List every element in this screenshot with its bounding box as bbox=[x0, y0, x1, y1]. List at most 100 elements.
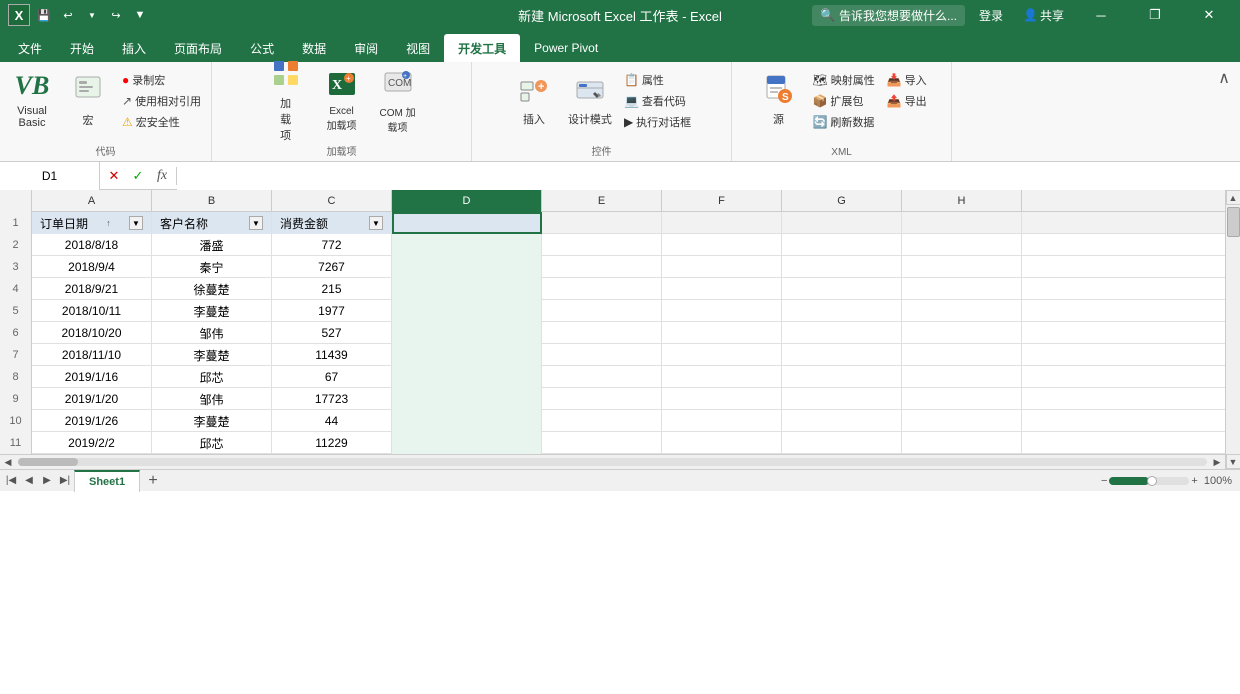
scroll-down-btn[interactable]: ▼ bbox=[1226, 454, 1240, 469]
cell-H3[interactable] bbox=[902, 256, 1022, 278]
cell-C11[interactable]: 11229 bbox=[272, 432, 392, 454]
cell-G8[interactable] bbox=[782, 366, 902, 388]
col-header-A[interactable]: A bbox=[32, 190, 152, 212]
cell-C2[interactable]: 772 bbox=[272, 234, 392, 256]
row-num-9[interactable]: 9 bbox=[0, 388, 32, 410]
cell-B7[interactable]: 李蔓楚 bbox=[152, 344, 272, 366]
cell-C1[interactable]: 消费金额 ▼ bbox=[272, 212, 392, 234]
filter-icon[interactable]: ▼ bbox=[130, 5, 150, 25]
cell-D4[interactable] bbox=[392, 278, 542, 300]
cell-D1[interactable] bbox=[392, 212, 542, 234]
visual-basic-button[interactable]: VB Visual Basic bbox=[6, 66, 58, 134]
com-addins-button[interactable]: COM + COM 加载项 bbox=[372, 66, 424, 134]
properties-button[interactable]: 📋 属性 bbox=[620, 70, 695, 90]
cell-E7[interactable] bbox=[542, 344, 662, 366]
scroll-track-h[interactable] bbox=[18, 458, 1207, 466]
scroll-up-btn[interactable]: ▲ bbox=[1226, 190, 1240, 205]
import-button[interactable]: 📥 导入 bbox=[883, 70, 931, 90]
cell-G6[interactable] bbox=[782, 322, 902, 344]
cell-G11[interactable] bbox=[782, 432, 902, 454]
cell-D3[interactable] bbox=[392, 256, 542, 278]
cell-E9[interactable] bbox=[542, 388, 662, 410]
row-num-10[interactable]: 10 bbox=[0, 410, 32, 432]
excel-addins-button[interactable]: X + Excel加载项 bbox=[316, 66, 368, 134]
scroll-thumb-h[interactable] bbox=[18, 458, 78, 466]
scroll-right-btn[interactable]: ▶ bbox=[1211, 456, 1223, 468]
tell-me-box[interactable]: 🔍 告诉我您想要做什么... bbox=[812, 5, 965, 26]
cell-E11[interactable] bbox=[542, 432, 662, 454]
zoom-handle[interactable] bbox=[1147, 476, 1157, 486]
row-num-4[interactable]: 4 bbox=[0, 278, 32, 300]
addins-button[interactable]: 加载项 bbox=[260, 66, 312, 134]
cell-C9[interactable]: 17723 bbox=[272, 388, 392, 410]
cell-D8[interactable] bbox=[392, 366, 542, 388]
refresh-data-button[interactable]: 🔄 刷新数据 bbox=[808, 112, 878, 132]
vertical-scrollbar[interactable]: ▲ ▼ bbox=[1225, 190, 1240, 469]
cell-H5[interactable] bbox=[902, 300, 1022, 322]
cell-F1[interactable] bbox=[662, 212, 782, 234]
col-header-E[interactable]: E bbox=[542, 190, 662, 212]
cell-H9[interactable] bbox=[902, 388, 1022, 410]
col-header-C[interactable]: C bbox=[272, 190, 392, 212]
cell-E3[interactable] bbox=[542, 256, 662, 278]
cell-D6[interactable] bbox=[392, 322, 542, 344]
add-sheet-button[interactable]: + bbox=[142, 470, 164, 492]
cell-H11[interactable] bbox=[902, 432, 1022, 454]
restore-button[interactable]: ❐ bbox=[1132, 0, 1178, 30]
formula-fx-icon[interactable]: fx bbox=[152, 168, 172, 184]
cell-H7[interactable] bbox=[902, 344, 1022, 366]
horizontal-scrollbar[interactable]: ◀ ▶ bbox=[0, 454, 1225, 469]
cell-G9[interactable] bbox=[782, 388, 902, 410]
formula-input[interactable] bbox=[177, 162, 1240, 190]
cell-B3[interactable]: 秦宁 bbox=[152, 256, 272, 278]
cell-F3[interactable] bbox=[662, 256, 782, 278]
scroll-track-v[interactable] bbox=[1227, 205, 1240, 454]
view-code-button[interactable]: 💻 查看代码 bbox=[620, 91, 695, 111]
sheet-tab-1[interactable]: Sheet1 bbox=[74, 470, 140, 492]
cell-B8[interactable]: 邱芯 bbox=[152, 366, 272, 388]
filter-btn-C[interactable]: ▼ bbox=[369, 216, 383, 230]
col-header-D[interactable]: D bbox=[392, 190, 542, 212]
row-num-6[interactable]: 6 bbox=[0, 322, 32, 344]
filter-btn-A[interactable]: ▼ bbox=[129, 216, 143, 230]
cell-C5[interactable]: 1977 bbox=[272, 300, 392, 322]
cell-E4[interactable] bbox=[542, 278, 662, 300]
zoom-out-btn[interactable]: − bbox=[1101, 475, 1107, 487]
close-button[interactable]: ✕ bbox=[1186, 0, 1232, 30]
cell-D7[interactable] bbox=[392, 344, 542, 366]
cell-A11[interactable]: 2019/2/2 bbox=[32, 432, 152, 454]
cell-F9[interactable] bbox=[662, 388, 782, 410]
quick-save-button[interactable]: 💾 bbox=[34, 5, 54, 25]
cell-H4[interactable] bbox=[902, 278, 1022, 300]
cell-E2[interactable] bbox=[542, 234, 662, 256]
cell-A5[interactable]: 2018/10/11 bbox=[32, 300, 152, 322]
cell-A7[interactable]: 2018/11/10 bbox=[32, 344, 152, 366]
cell-F10[interactable] bbox=[662, 410, 782, 432]
scroll-thumb-v[interactable] bbox=[1227, 207, 1240, 237]
cell-A4[interactable]: 2018/9/21 bbox=[32, 278, 152, 300]
col-header-H[interactable]: H bbox=[902, 190, 1022, 212]
cell-D9[interactable] bbox=[392, 388, 542, 410]
tab-home[interactable]: 开始 bbox=[56, 34, 108, 62]
cell-A10[interactable]: 2019/1/26 bbox=[32, 410, 152, 432]
cell-F4[interactable] bbox=[662, 278, 782, 300]
row-num-7[interactable]: 7 bbox=[0, 344, 32, 366]
cell-B9[interactable]: 邹伟 bbox=[152, 388, 272, 410]
name-box[interactable] bbox=[0, 162, 100, 190]
tab-insert[interactable]: 插入 bbox=[108, 34, 160, 62]
export-button[interactable]: 📤 导出 bbox=[883, 91, 931, 111]
cell-F6[interactable] bbox=[662, 322, 782, 344]
cell-B1[interactable]: 客户名称 ▼ bbox=[152, 212, 272, 234]
cell-C8[interactable]: 67 bbox=[272, 366, 392, 388]
redo-button[interactable]: ↪ bbox=[106, 5, 126, 25]
design-mode-button[interactable]: 设计模式 bbox=[564, 66, 616, 134]
zoom-in-btn[interactable]: + bbox=[1191, 475, 1197, 487]
share-button[interactable]: 👤 共享 bbox=[1017, 5, 1070, 26]
cell-D10[interactable] bbox=[392, 410, 542, 432]
macro-security-button[interactable]: ⚠ 宏安全性 bbox=[118, 112, 205, 132]
cell-C7[interactable]: 11439 bbox=[272, 344, 392, 366]
cell-A9[interactable]: 2019/1/20 bbox=[32, 388, 152, 410]
cell-H8[interactable] bbox=[902, 366, 1022, 388]
cell-D2[interactable] bbox=[392, 234, 542, 256]
tab-file[interactable]: 文件 bbox=[4, 34, 56, 62]
